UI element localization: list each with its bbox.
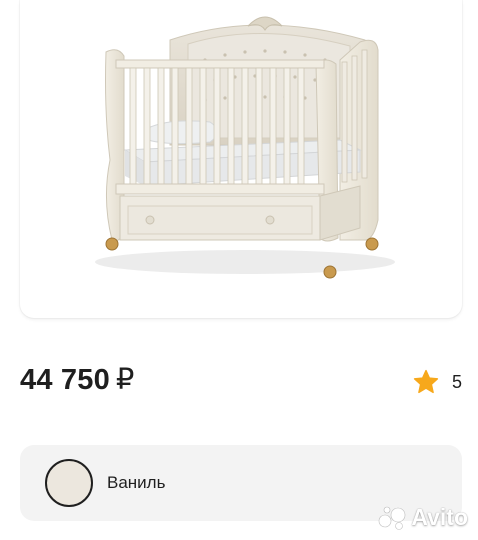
price-currency: ₽ [115,364,135,396]
price-row: 44 750 ₽ 5 [20,362,462,402]
product-photo[interactable] [20,0,462,318]
product-price: 44 750 ₽ [20,362,135,397]
seller-rating[interactable]: 5 [412,368,462,396]
avito-logo-icon [379,506,406,530]
price-value: 44 750 [20,364,110,396]
color-swatch[interactable] [45,459,93,507]
color-name: Ваниль [107,473,166,492]
watermark-text: Avito [411,504,468,530]
crib-illustration [95,16,395,279]
star-icon [413,369,439,394]
avito-watermark: Avito [378,504,468,531]
rating-value: 5 [451,371,462,392]
